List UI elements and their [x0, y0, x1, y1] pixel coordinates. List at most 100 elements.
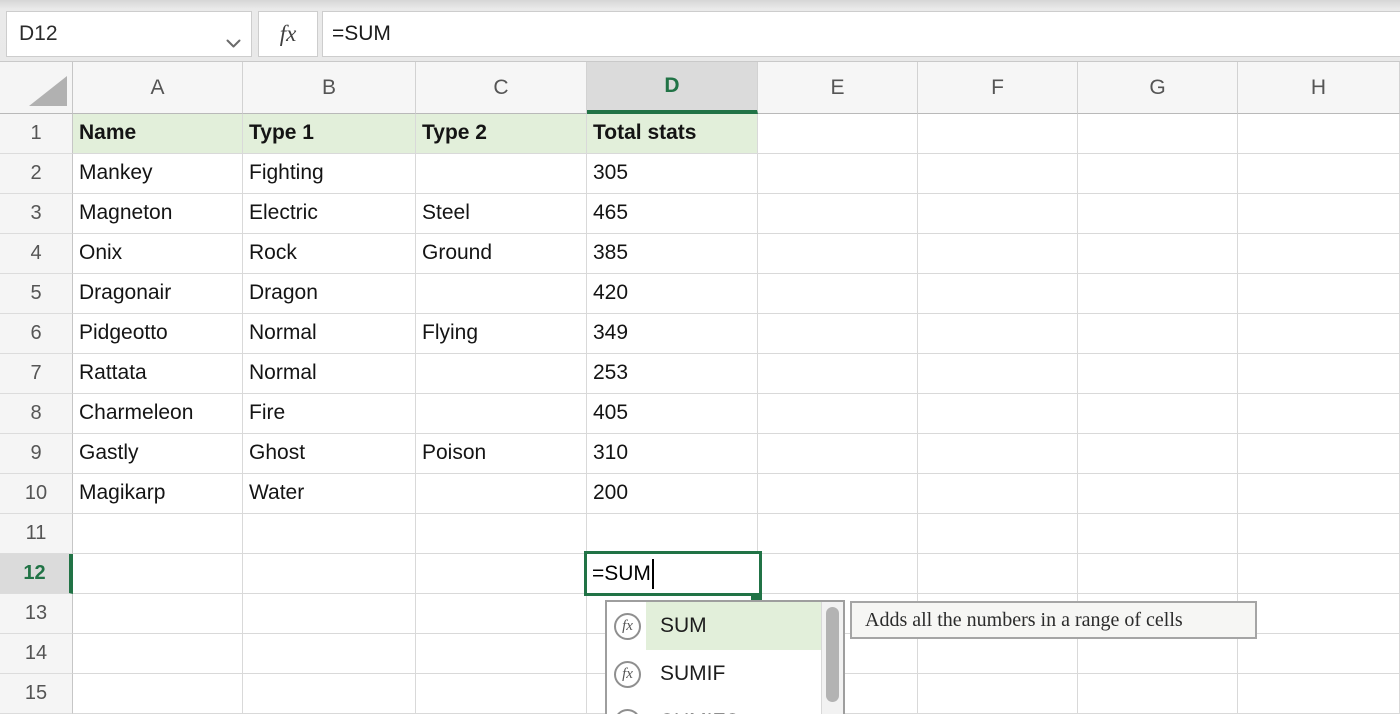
cell-e11[interactable] [758, 514, 918, 554]
row-header-4[interactable]: 4 [0, 234, 73, 274]
cell-d3[interactable]: 465 [587, 194, 758, 234]
cell-g15[interactable] [1078, 674, 1238, 714]
cell-b12[interactable] [243, 554, 416, 594]
cell-g9[interactable] [1078, 434, 1238, 474]
cell-c4[interactable]: Ground [416, 234, 587, 274]
cell-c7[interactable] [416, 354, 587, 394]
cell-g7[interactable] [1078, 354, 1238, 394]
cell-a3[interactable]: Magneton [73, 194, 243, 234]
name-box[interactable]: D12 [6, 11, 252, 57]
cell-e10[interactable] [758, 474, 918, 514]
cell-d8[interactable]: 405 [587, 394, 758, 434]
formula-input[interactable]: =SUM [322, 11, 1400, 57]
cell-a11[interactable] [73, 514, 243, 554]
column-header-f[interactable]: F [918, 62, 1078, 114]
cell-b10[interactable]: Water [243, 474, 416, 514]
autocomplete-item-sumifs[interactable]: fxSUMIFS [607, 698, 821, 714]
column-header-a[interactable]: A [73, 62, 243, 114]
cell-d2[interactable]: 305 [587, 154, 758, 194]
row-header-12[interactable]: 12 [0, 554, 73, 594]
cell-c8[interactable] [416, 394, 587, 434]
cell-a6[interactable]: Pidgeotto [73, 314, 243, 354]
cell-e12[interactable] [758, 554, 918, 594]
row-header-2[interactable]: 2 [0, 154, 73, 194]
cell-g10[interactable] [1078, 474, 1238, 514]
cell-h8[interactable] [1238, 394, 1400, 434]
row-header-10[interactable]: 10 [0, 474, 73, 514]
cell-f10[interactable] [918, 474, 1078, 514]
cell-g4[interactable] [1078, 234, 1238, 274]
cell-f2[interactable] [918, 154, 1078, 194]
column-header-b[interactable]: B [243, 62, 416, 114]
cell-e1[interactable] [758, 114, 918, 154]
autocomplete-item-sumif[interactable]: fxSUMIF [607, 650, 821, 698]
cell-g14[interactable] [1078, 634, 1238, 674]
cell-d11[interactable] [587, 514, 758, 554]
cell-f5[interactable] [918, 274, 1078, 314]
cell-b9[interactable]: Ghost [243, 434, 416, 474]
cell-e5[interactable] [758, 274, 918, 314]
cell-h6[interactable] [1238, 314, 1400, 354]
column-header-c[interactable]: C [416, 62, 587, 114]
cell-h5[interactable] [1238, 274, 1400, 314]
dropdown-scrollbar[interactable] [821, 602, 843, 714]
row-header-15[interactable]: 15 [0, 674, 73, 714]
cell-h15[interactable] [1238, 674, 1400, 714]
cell-g2[interactable] [1078, 154, 1238, 194]
cell-e2[interactable] [758, 154, 918, 194]
cell-a12[interactable] [73, 554, 243, 594]
cell-h13[interactable] [1238, 594, 1400, 634]
cell-c5[interactable] [416, 274, 587, 314]
cell-h7[interactable] [1238, 354, 1400, 394]
cell-d4[interactable]: 385 [587, 234, 758, 274]
cell-b3[interactable]: Electric [243, 194, 416, 234]
cell-f3[interactable] [918, 194, 1078, 234]
cell-f1[interactable] [918, 114, 1078, 154]
fill-handle[interactable] [751, 593, 762, 600]
cell-b8[interactable]: Fire [243, 394, 416, 434]
cell-b2[interactable]: Fighting [243, 154, 416, 194]
cell-a7[interactable]: Rattata [73, 354, 243, 394]
cell-c15[interactable] [416, 674, 587, 714]
row-header-11[interactable]: 11 [0, 514, 73, 554]
cell-a9[interactable]: Gastly [73, 434, 243, 474]
row-header-8[interactable]: 8 [0, 394, 73, 434]
cell-d10[interactable]: 200 [587, 474, 758, 514]
cell-h14[interactable] [1238, 634, 1400, 674]
row-header-14[interactable]: 14 [0, 634, 73, 674]
cell-a2[interactable]: Mankey [73, 154, 243, 194]
cell-f12[interactable] [918, 554, 1078, 594]
cell-g12[interactable] [1078, 554, 1238, 594]
cell-b13[interactable] [243, 594, 416, 634]
cell-h4[interactable] [1238, 234, 1400, 274]
cell-b5[interactable]: Dragon [243, 274, 416, 314]
cell-c14[interactable] [416, 634, 587, 674]
cell-f7[interactable] [918, 354, 1078, 394]
column-header-e[interactable]: E [758, 62, 918, 114]
cell-c6[interactable]: Flying [416, 314, 587, 354]
cell-h2[interactable] [1238, 154, 1400, 194]
row-header-7[interactable]: 7 [0, 354, 73, 394]
cell-c9[interactable]: Poison [416, 434, 587, 474]
row-header-3[interactable]: 3 [0, 194, 73, 234]
cell-e6[interactable] [758, 314, 918, 354]
cell-f11[interactable] [918, 514, 1078, 554]
cell-editor-d12[interactable]: =SUM [584, 551, 762, 596]
cell-f9[interactable] [918, 434, 1078, 474]
chevron-down-icon[interactable] [226, 31, 241, 55]
cell-b11[interactable] [243, 514, 416, 554]
cell-h3[interactable] [1238, 194, 1400, 234]
cell-b4[interactable]: Rock [243, 234, 416, 274]
cell-d6[interactable]: 349 [587, 314, 758, 354]
column-header-h[interactable]: H [1238, 62, 1400, 114]
row-header-5[interactable]: 5 [0, 274, 73, 314]
cell-c2[interactable] [416, 154, 587, 194]
cell-c10[interactable] [416, 474, 587, 514]
cell-b15[interactable] [243, 674, 416, 714]
cell-b6[interactable]: Normal [243, 314, 416, 354]
cell-g11[interactable] [1078, 514, 1238, 554]
cell-e8[interactable] [758, 394, 918, 434]
row-header-9[interactable]: 9 [0, 434, 73, 474]
cell-h10[interactable] [1238, 474, 1400, 514]
cell-f15[interactable] [918, 674, 1078, 714]
